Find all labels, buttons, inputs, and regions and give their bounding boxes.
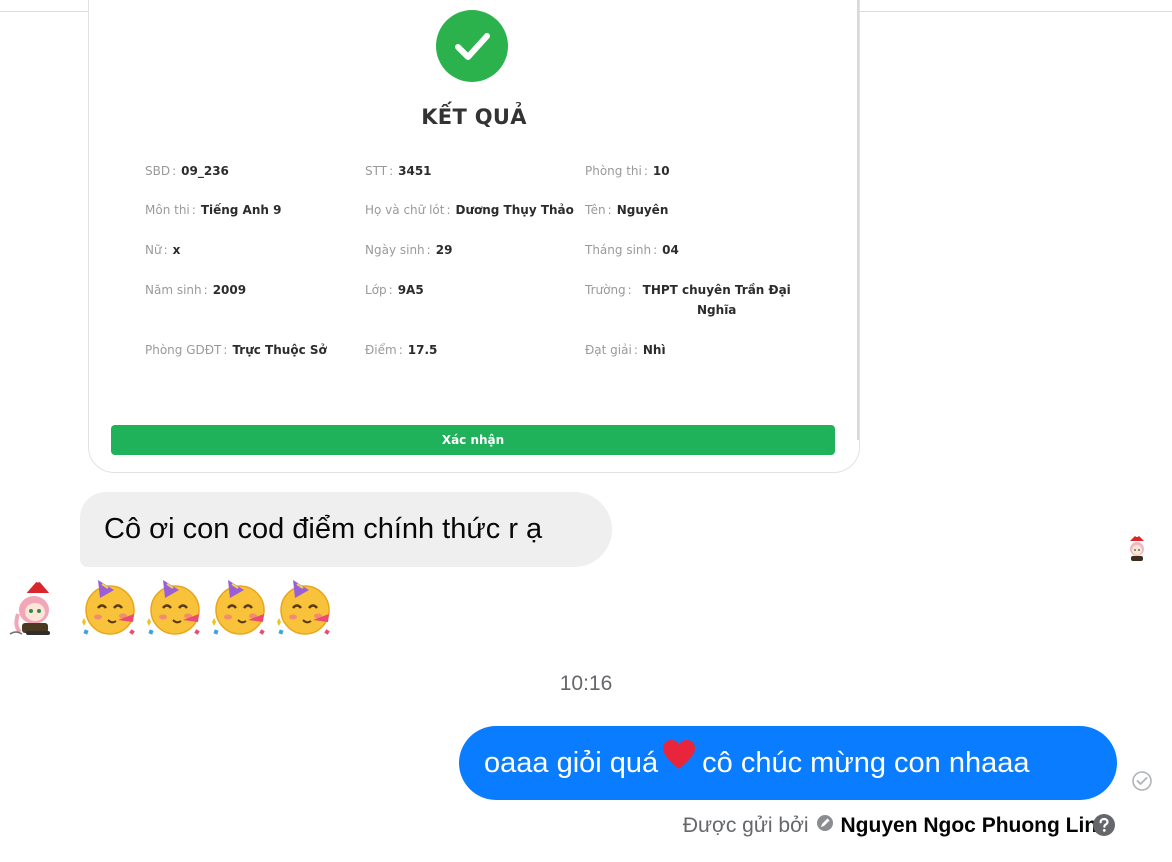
confirm-button: Xác nhận — [111, 425, 835, 455]
help-icon[interactable] — [1092, 813, 1116, 842]
field-birth-year: Năm sinh:2009 — [145, 283, 247, 297]
field-score: Điểm:17.5 — [365, 343, 438, 357]
received-message-bubble[interactable]: Cô ơi con cod điểm chính thức r ạ — [80, 492, 612, 567]
field-school: Trường: THPT chuyên Trần Đại Nghĩa — [585, 283, 791, 317]
field-department: Phòng GDĐT: Trực Thuộc Sở — [145, 343, 327, 357]
message-timestamp: 10:16 — [559, 672, 613, 695]
field-award: Đạt giải: Nhì — [585, 343, 666, 357]
field-subject: Môn thi: Tiếng Anh 9 — [145, 203, 282, 217]
success-check-icon — [436, 10, 508, 82]
field-birth-month: Tháng sinh:04 — [585, 243, 679, 257]
red-heart-icon — [662, 724, 696, 798]
image-edge — [857, 0, 859, 440]
sent-text-part-1: oaaa giỏi quá — [484, 747, 659, 779]
seen-avatar — [1124, 533, 1150, 568]
field-class: Lớp:9A5 — [365, 283, 424, 297]
field-given-name: Tên: Nguyên — [585, 203, 669, 217]
emoji-message[interactable] — [78, 574, 338, 642]
field-stt: STT:3451 — [365, 164, 432, 178]
sender-name[interactable]: Nguyen Ngoc Phuong Linh — [841, 814, 1110, 838]
partying-face-icon — [143, 574, 208, 640]
field-female: Nữ: x — [145, 243, 181, 257]
partying-face-icon — [78, 574, 143, 640]
partying-face-icon — [208, 574, 273, 640]
edit-pencil-icon — [816, 814, 834, 838]
shared-result-image[interactable]: KẾT QUẢ SBD:09_236 STT:3451 Phòng thi:10… — [88, 0, 860, 473]
partying-face-icon — [273, 574, 338, 640]
field-sbd: SBD:09_236 — [145, 164, 229, 178]
sent-by-prefix: Được gửi bởi — [682, 814, 809, 837]
sent-message-bubble[interactable]: oaaa giỏi quá cô chúc mừng con nhaaa — [459, 726, 1117, 800]
field-exam-room: Phòng thi:10 — [585, 164, 670, 178]
field-surname: Họ và chữ lót: Dương Thụy Thảo — [365, 203, 574, 217]
field-birth-day: Ngày sinh:29 — [365, 243, 453, 257]
sent-text-part-2: cô chúc mừng con nhaaa — [702, 747, 1030, 779]
sender-avatar[interactable] — [4, 574, 62, 645]
result-title: KẾT QUẢ — [421, 105, 527, 129]
sent-by-line: Được gửi bởi Nguyen Ngoc Phuong Linh — [683, 814, 1110, 838]
sent-status-check-icon — [1131, 770, 1153, 797]
